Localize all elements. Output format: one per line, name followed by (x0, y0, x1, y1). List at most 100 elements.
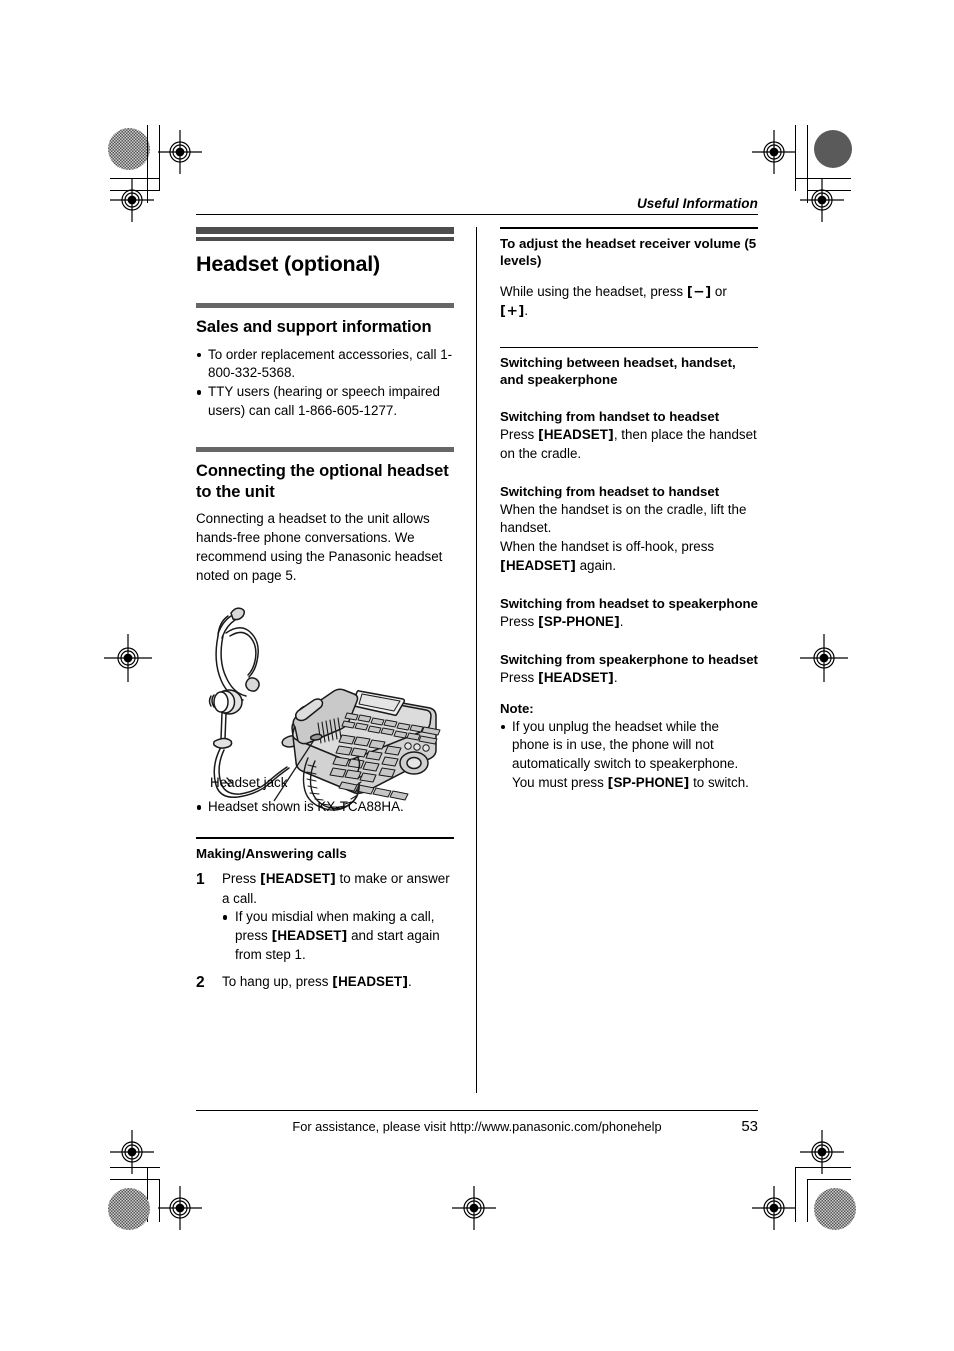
step-1-sub-bullets: If you misdial when making a call, press… (222, 908, 454, 965)
page-content: Useful Information Headset (optional) Sa… (196, 196, 758, 1146)
switching-pre: Press (500, 426, 538, 442)
switching-post: . (613, 669, 618, 685)
trim-mark-tl-v1 (147, 125, 149, 203)
halftone-patch-top-right (814, 130, 852, 168)
figure-note-list: Headset shown is KX-TCA88HA. (196, 798, 454, 817)
trim-mark-bl-v2 (159, 1179, 161, 1222)
switching-post: again. (575, 557, 617, 573)
halftone-patch-bottom-left (108, 1188, 150, 1230)
trim-mark-tr-h1 (795, 178, 851, 180)
trim-mark-br-h1 (795, 1167, 851, 1169)
step-number: 1 (196, 871, 205, 889)
halftone-patch-bottom-right (814, 1188, 856, 1230)
trim-mark-br-v1 (795, 1167, 797, 1222)
key-volume-down: [−] (686, 283, 712, 300)
step-2: 2 To hang up, press [HEADSET]. (196, 973, 454, 992)
switching-item-body-2: Press [SP-PHONE]. (500, 613, 758, 632)
trim-mark-br-v2 (807, 1179, 809, 1222)
trim-mark-bl-h1 (110, 1167, 160, 1169)
switching-item-title-1: Switching from headset to handset (500, 483, 720, 499)
page-title: Headset (optional) (196, 251, 380, 276)
registration-target-bl-a (110, 1130, 154, 1174)
switching-pre: Press (500, 613, 538, 629)
registration-target-br-b (752, 1186, 796, 1230)
trim-mark-br-h2 (807, 1179, 851, 1181)
switching-item-title-0: Switching from handset to headset (500, 409, 720, 425)
column-gutter (454, 227, 500, 1094)
volume-text-post: . (524, 302, 529, 318)
step-text-post: . (408, 974, 412, 990)
key-headset: [HEADSET] (500, 557, 576, 574)
key-volume-up: [+] (500, 302, 525, 319)
switching-pre: When the handset is on the cradle, lift … (500, 501, 747, 555)
volume-text-mid: or (711, 283, 727, 299)
page-number: 53 (741, 1118, 758, 1136)
step-number: 2 (196, 974, 205, 992)
volume-text-pre: While using the headset, press (500, 283, 687, 299)
connecting-body-text: Connecting a headset to the unit allows … (196, 511, 443, 583)
trim-mark-tr-h2 (807, 190, 851, 192)
note-label: Note: (500, 700, 534, 716)
figure-label-headset-jack: Headset jack (210, 775, 288, 791)
two-column-body: Headset (optional) Sales and support inf… (196, 227, 758, 1094)
switching-item-title-3: Switching from speakerphone to headset (500, 651, 758, 667)
key-headset: [HEADSET] (537, 426, 614, 443)
key-headset: [HEADSET] (537, 669, 614, 686)
key-headset: [HEADSET] (332, 974, 409, 991)
running-head-rule (196, 214, 758, 216)
switching-item-body-3: Press [HEADSET]. (500, 669, 758, 688)
page-footer: For assistance, please visit http://www.… (196, 1110, 758, 1135)
list-item: Headset shown is KX-TCA88HA. (196, 798, 454, 817)
list-item: To order replacement accessories, call 1… (196, 346, 454, 384)
key-headset: [HEADSET] (271, 928, 348, 945)
registration-target-tr-a (752, 130, 796, 174)
step-1: 1 Press [HEADSET] to make or answer a ca… (196, 870, 454, 965)
subsection-heading-volume: To adjust the headset receiver volume (5… (500, 235, 757, 268)
note-bullet-list: If you unplug the headset while the phon… (500, 718, 758, 793)
step-text-pre: To hang up, press (222, 974, 333, 990)
trim-mark-bl-v1 (147, 1167, 149, 1222)
switching-item-title-2: Switching from headset to speakerphone (500, 596, 758, 612)
note-post: to switch. (689, 774, 749, 790)
list-item: If you unplug the headset while the phon… (500, 718, 758, 793)
chapter-bar-thin (196, 237, 454, 241)
registration-target-tl-a (158, 130, 202, 174)
trim-mark-tl-v2 (159, 125, 161, 191)
registration-target-bottom-center (452, 1186, 496, 1230)
switching-pre: Press (500, 669, 538, 685)
registration-target-bl-b (158, 1186, 202, 1230)
key-sp-phone: [SP-PHONE] (537, 613, 620, 630)
subsection-heading-making-answering: Making/Answering calls (196, 845, 347, 861)
registration-target-tr-b (800, 178, 844, 222)
key-headset: [HEADSET] (259, 871, 336, 888)
subsection-heading-switching: Switching between headset, handset, and … (500, 355, 736, 388)
right-column: To adjust the headset receiver volume (5… (500, 227, 758, 1093)
switching-post: . (619, 613, 624, 629)
left-column: Headset (optional) Sales and support inf… (196, 227, 454, 1093)
column-divider (476, 227, 478, 1094)
running-head: Useful Information (636, 196, 758, 211)
registration-target-ml (104, 634, 152, 682)
halftone-patch-top-left (108, 128, 150, 170)
switching-item-body-1: When the handset is on the cradle, lift … (500, 501, 758, 576)
section-heading-connecting: Connecting the optional headset to the u… (196, 461, 449, 501)
sales-bullet-list: To order replacement accessories, call 1… (196, 346, 454, 421)
step-text-pre: Press (222, 871, 260, 887)
list-item: TTY users (hearing or speech impaired us… (196, 383, 454, 421)
trim-mark-tl-h2 (110, 190, 160, 192)
list-item: If you misdial when making a call, press… (222, 908, 454, 965)
footer-row: For assistance, please visit http://www.… (196, 1111, 758, 1135)
section-heading-sales: Sales and support information (196, 317, 432, 336)
key-sp-phone: [SP-PHONE] (607, 774, 690, 791)
registration-target-br-a (800, 1130, 844, 1174)
switching-item-body-0: Press [HEADSET], then place the handset … (500, 426, 758, 464)
trim-mark-bl-h2 (110, 1179, 160, 1181)
registration-target-tl-b (110, 178, 154, 222)
volume-body-text: While using the headset, press [−] or [+… (500, 283, 758, 321)
registration-target-mr (800, 634, 848, 682)
section-bar-connecting (196, 446, 454, 452)
footer-assistance-text: For assistance, please visit http://www.… (292, 1119, 662, 1135)
section-bar-sales (196, 302, 454, 308)
chapter-bar-thick (196, 227, 454, 235)
trim-mark-tr-v1 (795, 125, 797, 191)
